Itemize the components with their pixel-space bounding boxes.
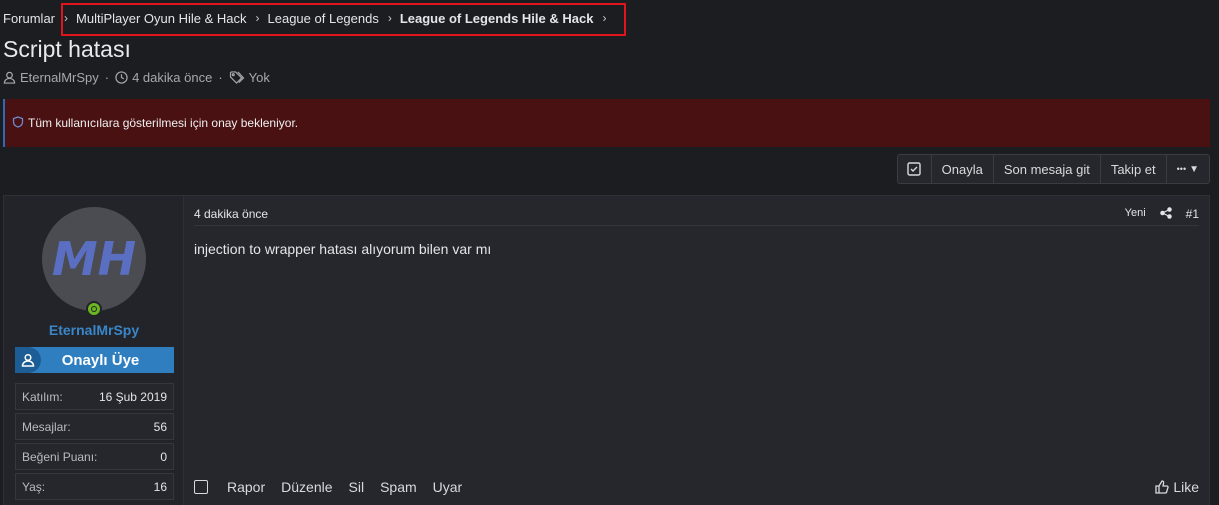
thumbs-up-icon xyxy=(1155,480,1170,494)
more-options-button[interactable]: ••• ▼ xyxy=(1167,155,1209,183)
avatar[interactable]: MH xyxy=(42,207,146,311)
stat-value: 0 xyxy=(160,449,167,464)
thread-time-link[interactable]: 4 dakika önce xyxy=(132,70,212,85)
clock-icon xyxy=(115,71,128,84)
thread-author-link[interactable]: EternalMrSpy xyxy=(20,70,99,85)
post-username[interactable]: EternalMrSpy xyxy=(4,322,184,338)
user-stats: Katılım: 16 Şub 2019 Mesajlar: 56 Beğeni… xyxy=(15,383,174,503)
go-to-last-message-button[interactable]: Son mesaja git xyxy=(994,155,1101,183)
moderation-notice: Tüm kullanıcılara gösterilmesi için onay… xyxy=(3,99,1210,147)
post-header: 4 dakika önce Yeni #1 xyxy=(194,207,1199,226)
warn-link[interactable]: Uyar xyxy=(433,479,463,495)
post-body: injection to wrapper hatası alıyorum bil… xyxy=(194,241,492,257)
shield-icon xyxy=(12,115,28,131)
like-button[interactable]: Like xyxy=(1155,479,1199,495)
report-link[interactable]: Rapor xyxy=(227,479,265,495)
stat-reactions: Beğeni Puanı: 0 xyxy=(15,443,174,470)
moderation-notice-text: Tüm kullanıcılara gösterilmesi için onay… xyxy=(28,116,299,130)
thread-tags: Yok xyxy=(248,70,270,85)
select-post-checkbox[interactable] xyxy=(194,480,208,494)
tags-icon xyxy=(229,71,245,84)
follow-button[interactable]: Takip et xyxy=(1101,155,1167,183)
page-title: Script hatası xyxy=(3,36,131,62)
user-badge-icon xyxy=(15,347,41,373)
post-number-link[interactable]: #1 xyxy=(1186,207,1199,221)
stat-value: 16 xyxy=(153,479,167,494)
meta-separator: · xyxy=(218,70,223,85)
thread-meta: EternalMrSpy · 4 dakika önce · Yok xyxy=(3,70,270,85)
like-label: Like xyxy=(1173,479,1199,495)
breadcrumb-forumlar[interactable]: Forumlar xyxy=(3,11,55,26)
post-main: 4 dakika önce Yeni #1 injection to wrapp… xyxy=(184,196,1209,505)
edit-link[interactable]: Düzenle xyxy=(281,479,332,495)
stat-messages: Mesajlar: 56 xyxy=(15,413,174,440)
stat-key: Yaş: xyxy=(22,479,46,494)
spam-link[interactable]: Spam xyxy=(380,479,417,495)
meta-separator: · xyxy=(104,70,110,85)
checkbox-icon xyxy=(907,162,921,176)
user-icon xyxy=(3,71,16,84)
stat-key: Mesajlar: xyxy=(22,419,71,434)
post-header-right: Yeni #1 xyxy=(1125,207,1199,225)
post: MH EternalMrSpy Onaylı Üye Katılım: 16 Ş… xyxy=(3,195,1210,505)
new-badge: Yeni xyxy=(1124,207,1146,219)
user-title-banner: Onaylı Üye xyxy=(15,347,174,373)
post-user-cell: MH EternalMrSpy Onaylı Üye Katılım: 16 Ş… xyxy=(4,196,184,505)
post-footer: Rapor Düzenle Sil Spam Uyar Like xyxy=(194,479,1199,495)
caret-down-icon: ▼ xyxy=(1189,163,1199,175)
stat-joined: Katılım: 16 Şub 2019 xyxy=(15,383,174,410)
approve-button[interactable]: Onayla xyxy=(932,155,994,183)
user-title-label: Onaylı Üye xyxy=(61,351,140,369)
stat-key: Katılım: xyxy=(22,389,63,404)
thread-actions: Onayla Son mesaja git Takip et ••• ▼ xyxy=(896,154,1210,184)
online-status-icon xyxy=(86,301,102,317)
stat-value: 16 Şub 2019 xyxy=(98,389,167,404)
share-icon[interactable] xyxy=(1159,207,1172,222)
post-time-link[interactable]: 4 dakika önce xyxy=(194,207,268,225)
highlight-annotation-box xyxy=(61,3,626,36)
stat-key: Beğeni Puanı: xyxy=(22,449,98,464)
more-dots-icon: ••• xyxy=(1176,164,1187,174)
stat-age: Yaş: 16 xyxy=(15,473,174,500)
stat-value[interactable]: 56 xyxy=(154,420,167,434)
delete-link[interactable]: Sil xyxy=(349,479,365,495)
avatar-image: MH xyxy=(52,232,136,286)
select-thread-checkbox[interactable] xyxy=(898,155,932,183)
svg-text:MH: MH xyxy=(52,232,136,286)
